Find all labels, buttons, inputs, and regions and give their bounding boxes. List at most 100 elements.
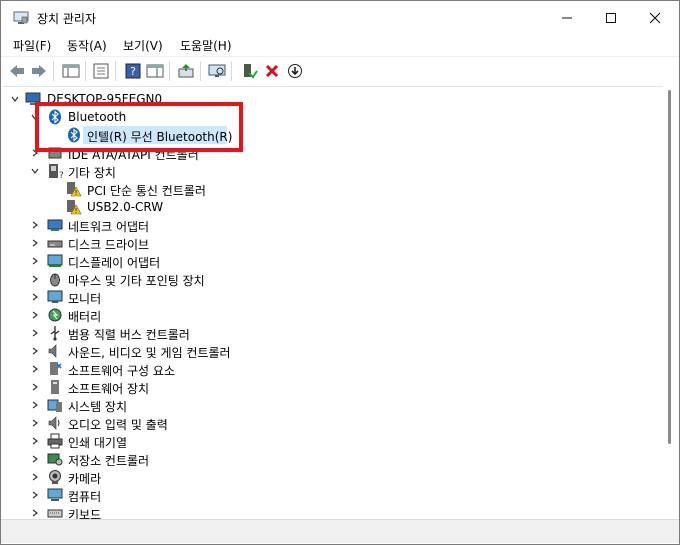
device-usb-crw[interactable]: ! USB2.0-CRW bbox=[3, 198, 403, 216]
svg-text:?: ? bbox=[59, 171, 63, 179]
tree-item-computer[interactable]: 컴퓨터 bbox=[3, 486, 403, 504]
download-icon[interactable] bbox=[285, 61, 305, 81]
forward-icon[interactable] bbox=[29, 61, 49, 81]
close-button[interactable] bbox=[633, 1, 677, 34]
scan-hardware-icon[interactable] bbox=[207, 61, 227, 81]
category-label: 사운드, 비디오 및 게임 컨트롤러 bbox=[68, 346, 231, 360]
display-adapter-icon bbox=[47, 253, 63, 269]
tree-item-keyboards[interactable]: 키보드 bbox=[3, 504, 403, 519]
chevron-right-icon[interactable] bbox=[29, 237, 41, 249]
toolbar-separator bbox=[53, 61, 54, 81]
category-label: 시스템 장치 bbox=[68, 400, 128, 414]
chevron-down-icon[interactable] bbox=[29, 165, 41, 177]
chevron-right-icon[interactable] bbox=[29, 363, 41, 375]
monitor-icon bbox=[47, 289, 63, 305]
category-label: 오디오 입력 및 출력 bbox=[68, 418, 168, 432]
chevron-right-icon[interactable] bbox=[29, 327, 41, 339]
category-label: 컴퓨터 bbox=[68, 490, 102, 504]
disk-drive-icon bbox=[47, 235, 63, 251]
chevron-right-icon[interactable] bbox=[29, 273, 41, 285]
properties-icon[interactable] bbox=[91, 61, 111, 81]
warning-device-icon: ! bbox=[66, 199, 82, 215]
chevron-right-icon[interactable] bbox=[29, 453, 41, 465]
chevron-right-icon[interactable] bbox=[29, 507, 41, 519]
chevron-right-icon[interactable] bbox=[29, 471, 41, 483]
chevron-right-icon[interactable] bbox=[29, 219, 41, 231]
category-label: 카메라 bbox=[68, 472, 102, 486]
svg-text:?: ? bbox=[130, 65, 136, 78]
tree-item-display-adapters[interactable]: 디스플레이 어댑터 bbox=[3, 252, 403, 270]
unknown-device-icon: ? bbox=[47, 163, 64, 181]
category-label: 기타 장치 bbox=[68, 166, 116, 180]
update-driver-icon[interactable] bbox=[176, 61, 196, 81]
tree-item-other-devices[interactable]: ? 기타 장치 bbox=[3, 162, 403, 181]
menu-view[interactable]: 보기(V) bbox=[123, 37, 163, 54]
chevron-right-icon[interactable] bbox=[29, 489, 41, 501]
menu-bar: 파일(F) 동작(A) 보기(V) 도움말(H) bbox=[1, 34, 679, 56]
chevron-right-icon[interactable] bbox=[29, 399, 41, 411]
category-label: 배터리 bbox=[68, 310, 102, 324]
annotation-highlight-box bbox=[35, 102, 243, 152]
mouse-icon bbox=[47, 271, 63, 287]
tree-item-storage-controllers[interactable]: 저장소 컨트롤러 bbox=[3, 450, 403, 468]
show-hide-tree-icon[interactable] bbox=[61, 61, 81, 81]
tree-item-network-adapters[interactable]: 네트워크 어댑터 bbox=[3, 216, 403, 234]
title-bar: 장치 관리자 bbox=[1, 1, 679, 34]
enable-device-icon[interactable] bbox=[239, 61, 259, 81]
tree-item-sound-video-game[interactable]: 사운드, 비디오 및 게임 컨트롤러 bbox=[3, 342, 403, 360]
chevron-right-icon[interactable] bbox=[29, 381, 41, 393]
uninstall-device-icon[interactable] bbox=[262, 61, 282, 81]
svg-text:!: ! bbox=[75, 189, 78, 197]
back-icon[interactable] bbox=[7, 61, 27, 81]
tree-item-cameras[interactable]: 카메라 bbox=[3, 468, 403, 486]
tree-item-audio-io[interactable]: 오디오 입력 및 출력 bbox=[3, 414, 403, 432]
menu-help[interactable]: 도움말(H) bbox=[180, 37, 232, 54]
tree-item-software-components[interactable]: 소프트웨어 구성 요소 bbox=[3, 360, 403, 378]
tree-item-disk-drives[interactable]: 디스크 드라이브 bbox=[3, 234, 403, 252]
category-label: 네트워크 어댑터 bbox=[68, 220, 150, 234]
tree-item-system-devices[interactable]: 시스템 장치 bbox=[3, 396, 403, 414]
chevron-right-icon[interactable] bbox=[29, 435, 41, 447]
category-label: 모니터 bbox=[68, 292, 102, 306]
maximize-button[interactable] bbox=[589, 1, 633, 34]
chevron-right-icon[interactable] bbox=[29, 345, 41, 357]
warning-device-icon: ! bbox=[66, 181, 82, 197]
tree-item-monitors[interactable]: 모니터 bbox=[3, 288, 403, 306]
tree-item-usb-controllers[interactable]: 범용 직렬 버스 컨트롤러 bbox=[3, 324, 403, 342]
chevron-right-icon[interactable] bbox=[29, 291, 41, 303]
window-title: 장치 관리자 bbox=[37, 12, 97, 26]
toolbar-separator bbox=[231, 61, 232, 81]
chevron-down-icon[interactable] bbox=[9, 93, 21, 105]
device-manager-window: 장치 관리자 파일(F) 동작(A) 보기(V) 도움말(H) ? DESKTO… bbox=[0, 0, 680, 545]
system-device-icon bbox=[47, 397, 63, 413]
menu-file[interactable]: 파일(F) bbox=[13, 37, 51, 54]
tree-item-batteries[interactable]: 배터리 bbox=[3, 306, 403, 324]
toolbar: ? bbox=[1, 56, 679, 84]
minimize-button[interactable] bbox=[545, 1, 589, 34]
help-icon[interactable]: ? bbox=[123, 61, 143, 81]
category-label: 소프트웨어 장치 bbox=[68, 382, 150, 396]
tree-item-print-queues[interactable]: 인쇄 대기열 bbox=[3, 432, 403, 450]
network-adapter-icon bbox=[47, 217, 63, 233]
speaker-icon bbox=[47, 343, 63, 359]
tree-item-mice[interactable]: 마우스 및 기타 포인팅 장치 bbox=[3, 270, 403, 288]
tree-item-software-devices[interactable]: 소프트웨어 장치 bbox=[3, 378, 403, 396]
action-pane-icon[interactable] bbox=[145, 61, 165, 81]
usb-icon bbox=[47, 325, 63, 341]
category-label: 인쇄 대기열 bbox=[68, 436, 128, 450]
category-label: 디스크 드라이브 bbox=[68, 238, 150, 252]
software-component-icon bbox=[47, 361, 63, 377]
device-label: USB2.0-CRW bbox=[87, 200, 164, 214]
chevron-right-icon[interactable] bbox=[29, 309, 41, 321]
menu-action[interactable]: 동작(A) bbox=[67, 37, 107, 54]
device-pci-simple-communications[interactable]: ! PCI 단순 통신 컨트롤러 bbox=[3, 180, 403, 198]
device-label: PCI 단순 통신 컨트롤러 bbox=[87, 184, 206, 198]
chevron-right-icon[interactable] bbox=[29, 255, 41, 267]
category-label: 디스플레이 어댑터 bbox=[68, 256, 161, 270]
vertical-scrollbar[interactable] bbox=[663, 86, 677, 519]
camera-icon bbox=[47, 469, 63, 485]
chevron-right-icon[interactable] bbox=[29, 417, 41, 429]
svg-text:!: ! bbox=[75, 207, 78, 215]
scrollbar-thumb[interactable] bbox=[668, 90, 671, 444]
storage-controller-icon bbox=[47, 451, 63, 467]
